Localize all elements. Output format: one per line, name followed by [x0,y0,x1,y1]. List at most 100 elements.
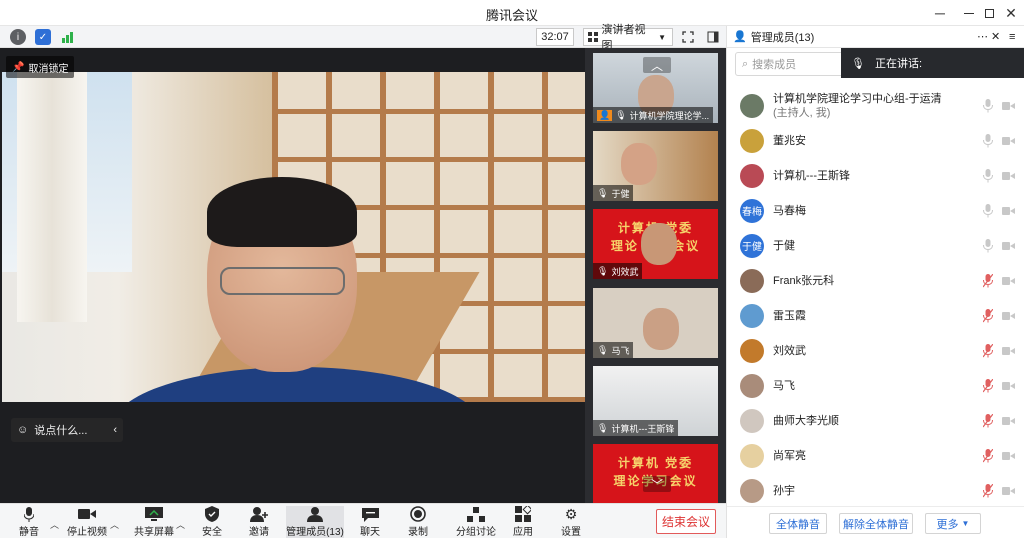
more-options-icon[interactable]: ⋯ [977,30,988,43]
fullscreen-icon [682,31,694,43]
member-name: 计算机---王斯锋 [773,169,850,183]
mic-icon[interactable] [983,98,993,113]
pin-icon: 📌 [12,61,25,73]
member-row[interactable]: Frank张元科 [727,263,1024,298]
mic-muted-icon[interactable] [983,273,993,288]
chat-quick-input[interactable]: ☺ 说点什么... ‹ [11,418,123,442]
mic-icon[interactable] [983,168,993,183]
participant-thumbnail[interactable]: 🎙 计算机---王斯锋 [593,366,718,436]
avatar: 春梅 [740,198,764,223]
mic-muted-icon[interactable] [983,378,993,393]
share-screen-icon [145,506,163,522]
camera-icon[interactable] [1002,381,1015,391]
member-row[interactable]: 于健 于健 [727,228,1024,263]
avatar [740,373,764,398]
chat-icon [361,506,379,522]
mic-icon[interactable] [983,238,993,253]
participant-thumbnail[interactable]: 🎙 于健 [593,131,718,201]
camera-icon[interactable] [1002,276,1015,286]
camera-icon[interactable] [1002,136,1015,146]
mic-icon[interactable] [983,203,993,218]
camera-icon[interactable] [1002,486,1015,496]
settings-label: 设置 [561,527,581,538]
end-meeting-button[interactable]: 结束会议 [656,509,716,534]
fullscreen-button[interactable] [680,29,696,45]
scroll-up-button[interactable]: ︿ [643,57,671,73]
maximize-button[interactable] [977,3,1001,23]
member-row[interactable]: 计算机---王斯锋 [727,158,1024,193]
member-row[interactable]: 刘效武 [727,333,1024,368]
camera-icon[interactable] [1002,451,1015,461]
participant-thumbnail[interactable]: 计算机 党委 理论学习会议 [593,444,718,503]
mic-muted-icon[interactable] [983,448,993,463]
participant-thumbnail[interactable]: 计算机 党委 理论 学习会议 🎙 刘效武 [593,209,718,279]
menu-icon[interactable]: ≡ [1009,31,1015,43]
members-panel-header: 👤 管理成员(13) ⋯ ✕ ≡ [727,26,1024,48]
breakout-rooms-button[interactable]: 分组讨论 [456,506,496,538]
security-button[interactable]: 安全 [198,506,226,538]
settings-button[interactable]: ⚙ 设置 [557,506,585,538]
camera-icon[interactable] [1002,241,1015,251]
avatar: 于健 [740,233,764,258]
member-row[interactable]: 春梅 马春梅 [727,193,1024,228]
share-screen-label: 共享屏幕 [134,527,174,538]
avatar [740,303,764,328]
view-mode-select[interactable]: 演讲者视图 ▼ [583,24,673,52]
search-icon: ⌕ [742,57,749,70]
microphone-icon [20,506,38,522]
close-panel-icon[interactable]: ✕ [991,30,1000,43]
member-row[interactable]: 孙宇 [727,473,1024,508]
signal-icon[interactable] [60,29,76,45]
minimize-icon[interactable]: ─ [928,3,952,23]
mute-button[interactable]: 静音 [14,506,44,538]
mic-muted-icon[interactable] [983,308,993,323]
camera-icon[interactable] [1002,101,1015,111]
member-name: 尚军亮 [773,449,806,463]
sidebar-toggle-button[interactable] [705,29,721,45]
member-row[interactable]: 计算机学院理论学习中心组-于运清 (主持人, 我) [727,88,1024,123]
thumbnail-name: 计算机---王斯锋 [611,423,675,434]
close-button[interactable]: ✕ [999,3,1023,23]
member-row[interactable]: 董兆安 [727,123,1024,158]
mute-options-caret[interactable]: ︿ [50,518,59,531]
chat-button[interactable]: 聊天 [356,506,384,538]
shield-icon[interactable]: ✓ [35,29,51,45]
avatar [740,268,764,293]
info-icon[interactable]: i [10,29,26,45]
camera-icon[interactable] [1002,416,1015,426]
manage-members-button[interactable]: 管理成员(13) [286,506,344,538]
share-options-caret[interactable]: ︿ [176,518,185,531]
camera-icon[interactable] [1002,346,1015,356]
avatar [740,163,764,188]
main-speaker-video[interactable] [2,72,585,402]
member-name: 曲师大李光顺 [773,414,839,428]
mic-muted-icon[interactable] [983,483,993,498]
participant-thumbnail[interactable]: 🎙 马飞 [593,288,718,358]
scroll-down-button[interactable]: ﹀ [643,476,671,492]
member-row[interactable]: 尚军亮 [727,438,1024,473]
member-row[interactable]: 雷玉霞 [727,298,1024,333]
record-button[interactable]: 录制 [404,506,432,538]
share-screen-button[interactable]: 共享屏幕 [132,506,176,538]
chevron-left-icon[interactable]: ‹ [113,424,117,436]
member-search-input[interactable]: ⌕ 搜索成员 [735,52,845,76]
mic-icon[interactable] [983,133,993,148]
mic-muted-icon[interactable] [983,413,993,428]
member-name: 马春梅 [773,204,806,218]
apps-button[interactable]: 应用 [509,506,537,538]
member-row[interactable]: 马飞 [727,368,1024,403]
members-icon [306,506,324,522]
camera-icon[interactable] [1002,311,1015,321]
chevron-up-icon: ︿ [650,58,663,73]
mic-muted-icon[interactable] [983,343,993,358]
invite-button[interactable]: 邀请 [245,506,273,538]
member-row[interactable]: 曲师大李光顺 [727,403,1024,438]
stop-video-button[interactable]: 停止视频 [66,506,108,538]
camera-icon[interactable] [1002,171,1015,181]
video-options-caret[interactable]: ︿ [110,518,119,531]
camera-icon[interactable] [1002,206,1015,216]
unmute-all-button[interactable]: 解除全体静音 [839,513,913,534]
mute-all-button[interactable]: 全体静音 [769,513,827,534]
more-button[interactable]: 更多 ▼ [925,513,981,534]
unpin-button[interactable]: 📌 取消锁定 [6,56,74,78]
